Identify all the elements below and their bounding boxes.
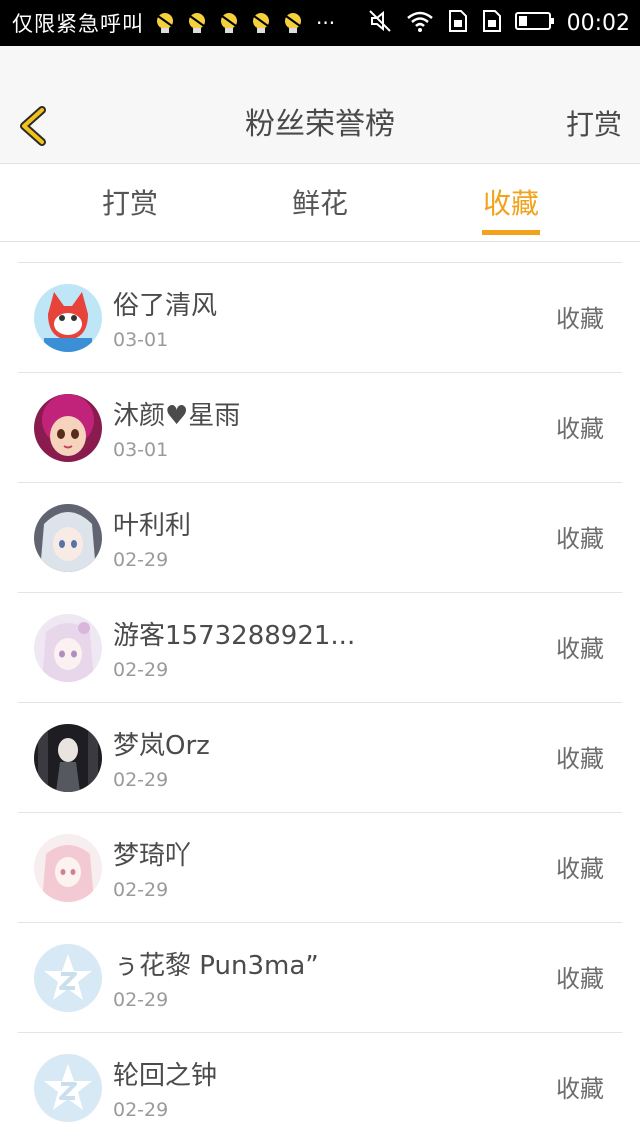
carrier-text: 仅限紧急呼叫 bbox=[12, 12, 144, 36]
pink-hair-girl-avatar bbox=[34, 394, 102, 462]
fox-cartoon-avatar bbox=[34, 284, 102, 352]
list-item[interactable]: ぅ花黎 Pun3ma” 02-29 收藏 bbox=[18, 923, 622, 1033]
battery-icon bbox=[514, 10, 555, 36]
fan-action-label: 收藏 bbox=[556, 745, 604, 773]
fan-name: 梦岚Orz bbox=[113, 731, 210, 761]
fan-name: 游客1573288921... bbox=[113, 621, 356, 651]
bulb-icon bbox=[248, 10, 274, 36]
page-title: 粉丝荣誉榜 bbox=[245, 107, 395, 142]
reward-button[interactable]: 打赏 bbox=[566, 86, 622, 164]
fan-action-label: 收藏 bbox=[556, 965, 604, 993]
anime-girl-avatar bbox=[34, 504, 102, 572]
tab-flowers[interactable]: 鲜花 bbox=[220, 164, 420, 244]
fan-action-label: 收藏 bbox=[556, 525, 604, 553]
clock: 00:02 bbox=[566, 10, 630, 36]
bulb-icon bbox=[280, 10, 306, 36]
fan-action-label: 收藏 bbox=[556, 415, 604, 443]
fan-name: ぅ花黎 Pun3ma” bbox=[113, 951, 319, 981]
more-notifications: ··· bbox=[316, 11, 336, 35]
fan-name: 轮回之钟 bbox=[113, 1061, 218, 1091]
app-header: 粉丝荣誉榜 打赏 bbox=[0, 86, 640, 164]
fan-name: 俗了清风 bbox=[113, 291, 218, 321]
notification-icons bbox=[152, 10, 312, 36]
fan-date: 02-29 bbox=[113, 659, 169, 681]
fan-date: 03-01 bbox=[113, 329, 169, 351]
fan-date: 02-29 bbox=[113, 989, 169, 1011]
mute-icon bbox=[367, 8, 393, 38]
fan-name: 叶利利 bbox=[113, 511, 192, 541]
fan-list: 俗了清风 03-01 收藏 沐颜♥星雨 03-01 收藏 叶利利 02-29 收… bbox=[18, 262, 622, 1138]
list-item[interactable]: 梦琦吖 02-29 收藏 bbox=[18, 813, 622, 923]
pastel-anime-avatar bbox=[34, 614, 102, 682]
fan-date: 03-01 bbox=[113, 439, 169, 461]
fan-date: 02-29 bbox=[113, 879, 169, 901]
bulb-icon bbox=[184, 10, 210, 36]
wifi-icon bbox=[405, 8, 435, 38]
fan-action-label: 收藏 bbox=[556, 1075, 604, 1103]
chevron-left-icon[interactable] bbox=[14, 104, 54, 148]
active-tab-indicator bbox=[482, 230, 540, 235]
header-spacer bbox=[0, 46, 640, 86]
status-icons: 00:02 bbox=[367, 0, 630, 46]
list-item[interactable]: 叶利利 02-29 收藏 bbox=[18, 483, 622, 593]
list-item[interactable]: 轮回之钟 02-29 收藏 bbox=[18, 1033, 622, 1138]
list-item[interactable]: 俗了清风 03-01 收藏 bbox=[18, 263, 622, 373]
default-star-avatar bbox=[34, 1054, 102, 1122]
fan-date: 02-29 bbox=[113, 769, 169, 791]
tab-bar: 打赏 鲜花 收藏 bbox=[0, 164, 640, 242]
list-item[interactable]: 游客1573288921... 02-29 收藏 bbox=[18, 593, 622, 703]
dark-anime-avatar bbox=[34, 724, 102, 792]
list-item[interactable]: 梦岚Orz 02-29 收藏 bbox=[18, 703, 622, 813]
fan-action-label: 收藏 bbox=[556, 635, 604, 663]
sim1-icon bbox=[447, 8, 469, 38]
list-item[interactable]: 沐颜♥星雨 03-01 收藏 bbox=[18, 373, 622, 483]
default-star-avatar bbox=[34, 944, 102, 1012]
fan-action-label: 收藏 bbox=[556, 305, 604, 333]
pink-anime-avatar bbox=[34, 834, 102, 902]
status-bar: 仅限紧急呼叫 ··· 00:02 bbox=[0, 0, 640, 46]
bulb-icon bbox=[152, 10, 178, 36]
tab-reward[interactable]: 打赏 bbox=[30, 164, 230, 244]
bulb-icon bbox=[216, 10, 242, 36]
fan-name: 沐颜♥星雨 bbox=[113, 401, 241, 431]
fan-date: 02-29 bbox=[113, 549, 169, 571]
sim2-icon bbox=[481, 8, 503, 38]
fan-action-label: 收藏 bbox=[556, 855, 604, 883]
fan-date: 02-29 bbox=[113, 1099, 169, 1121]
fan-name: 梦琦吖 bbox=[113, 841, 192, 871]
